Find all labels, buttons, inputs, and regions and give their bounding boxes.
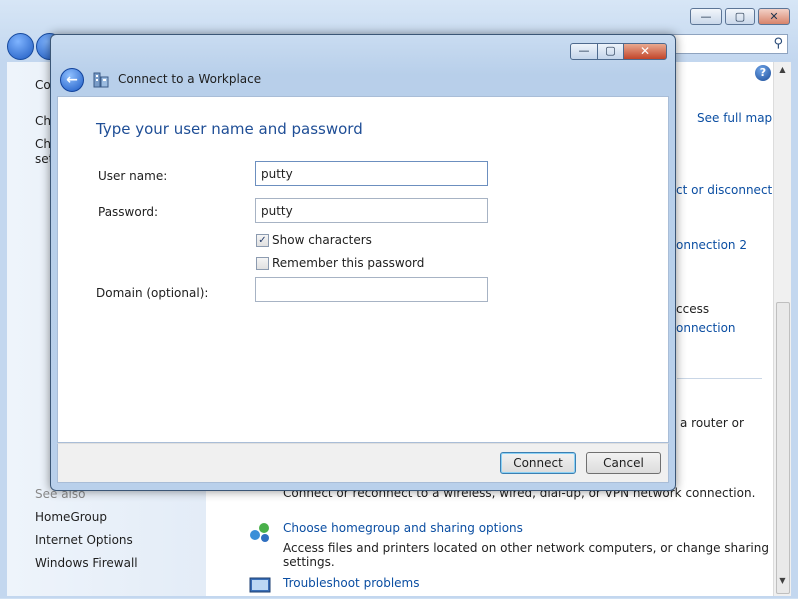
password-label: Password: [98, 205, 159, 219]
minimize-icon: — [700, 10, 712, 23]
connect-workplace-dialog: — ▢ ✕ ← Connect to a Workplace Type your… [50, 34, 676, 491]
troubleshoot-link[interactable]: Troubleshoot problems [283, 576, 419, 590]
scroll-down-icon[interactable]: ▼ [774, 576, 791, 585]
left-pane-item[interactable]: Ch [35, 114, 51, 128]
remember-password-checkbox[interactable] [256, 257, 269, 270]
connect-button[interactable]: Connect [500, 452, 576, 474]
username-input[interactable] [255, 161, 488, 186]
show-characters-label[interactable]: Show characters [272, 233, 372, 247]
back-button[interactable]: ← [60, 68, 84, 92]
maximize-icon: ▢ [734, 10, 746, 23]
show-characters-checkbox[interactable]: ✓ [256, 234, 269, 247]
homegroup-description: Access files and printers located on oth… [283, 541, 769, 569]
domain-input[interactable] [255, 277, 488, 302]
bg-back-button[interactable] [7, 33, 34, 60]
workplace-icon [93, 72, 109, 88]
internet-options-link[interactable]: Internet Options [35, 533, 133, 547]
minimize-button[interactable]: — [570, 43, 598, 60]
left-pane-item[interactable]: Ch [35, 137, 51, 151]
dialog-footer: Connect Cancel [57, 443, 669, 483]
vertical-scrollbar[interactable]: ▲ ▼ [773, 62, 791, 596]
minimize-icon: — [578, 44, 590, 57]
bg-minimize-button[interactable]: — [690, 8, 722, 25]
access-type-text: ccess [676, 302, 710, 316]
close-button[interactable]: ✕ [623, 43, 667, 60]
scroll-thumb[interactable] [776, 302, 790, 594]
remember-password-label[interactable]: Remember this password [272, 256, 424, 270]
homegroup-sharing-link[interactable]: Choose homegroup and sharing options [283, 521, 523, 535]
windows-firewall-link[interactable]: Windows Firewall [35, 556, 138, 570]
maximize-button[interactable]: ▢ [597, 43, 624, 60]
help-icon[interactable]: ? [755, 65, 771, 81]
troubleshoot-icon [249, 577, 271, 593]
domain-label: Domain (optional): [96, 286, 209, 300]
search-icon: ⚲ [773, 36, 783, 51]
connect-disconnect-link[interactable]: ct or disconnect [676, 183, 772, 197]
router-text: a router or [680, 416, 744, 430]
password-input[interactable] [255, 198, 488, 223]
close-icon: ✕ [769, 10, 779, 23]
page-heading: Type your user name and password [96, 120, 363, 138]
bg-maximize-button[interactable]: ▢ [725, 8, 755, 25]
connection-link[interactable]: onnection [676, 321, 736, 335]
close-icon: ✕ [639, 44, 651, 58]
dialog-content: Type your user name and password User na… [57, 96, 669, 443]
scroll-up-icon[interactable]: ▲ [774, 65, 791, 74]
username-label: User name: [98, 169, 168, 183]
dialog-title: Connect to a Workplace [118, 72, 262, 86]
back-arrow-icon: ← [66, 72, 78, 88]
cancel-button[interactable]: Cancel [586, 452, 661, 474]
divider [677, 378, 762, 379]
homegroup-icon [250, 523, 269, 542]
bg-close-button[interactable]: ✕ [758, 8, 790, 25]
connection-2-link[interactable]: onnection 2 [676, 238, 747, 252]
see-full-map-link[interactable]: See full map [697, 111, 772, 125]
search-input[interactable]: ⚲ [670, 34, 788, 54]
homegroup-link[interactable]: HomeGroup [35, 510, 107, 524]
left-pane-item[interactable]: Co [35, 78, 51, 92]
check-icon: ✓ [258, 235, 267, 246]
maximize-icon: ▢ [605, 44, 616, 57]
